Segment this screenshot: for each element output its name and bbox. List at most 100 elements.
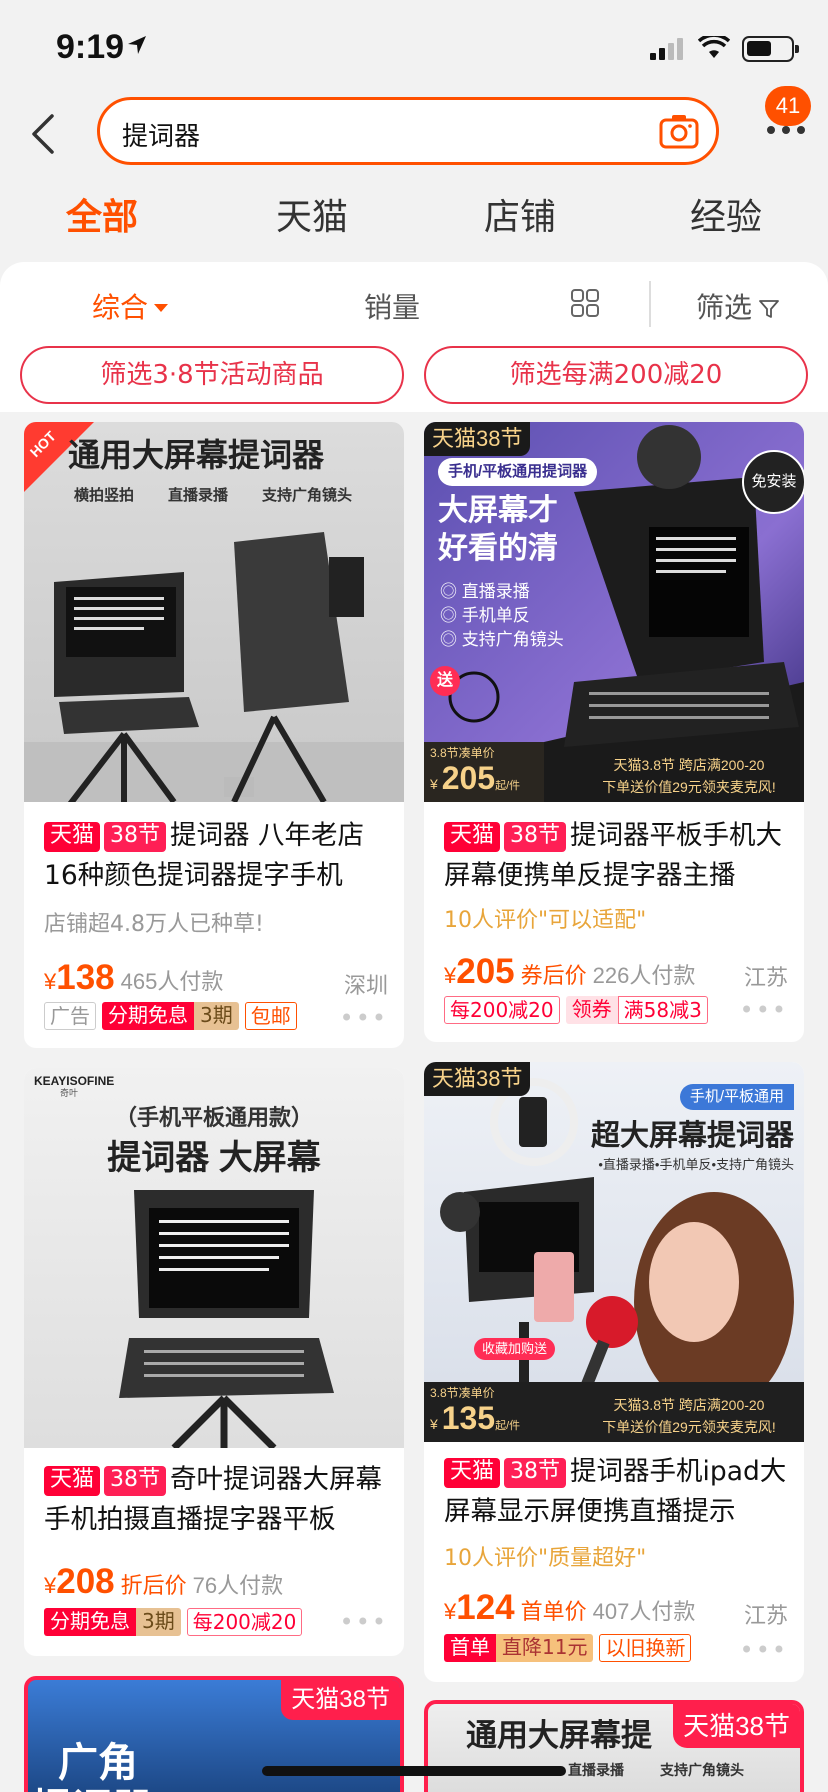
tab-shops[interactable]: 店铺 xyxy=(484,188,556,240)
tmall-tag: 天猫 xyxy=(444,822,501,852)
price-drop-value: 直降11元 xyxy=(496,1634,594,1662)
filter-button[interactable]: 筛选 xyxy=(696,286,780,326)
coupon-badge: 领券 满58减3 xyxy=(565,996,708,1024)
chip-200-off-20[interactable]: 筛选每满200减20 xyxy=(424,346,808,404)
tmall-38-brand: 天猫38节 xyxy=(281,1680,400,1720)
status-bar: 9:19 xyxy=(0,0,828,96)
caret-down-icon xyxy=(154,304,169,312)
card-more-icon[interactable]: ••• xyxy=(340,1004,388,1032)
tab-experience[interactable]: 经验 xyxy=(690,188,762,240)
price-row: ¥208 折后价 76人付款 xyxy=(44,1562,283,1602)
more-dots-icon[interactable] xyxy=(766,124,806,136)
image-features: •直播录播•手机单反•支持广角镜头 xyxy=(598,1157,794,1172)
installment-label: 分期免息 xyxy=(102,1002,194,1030)
image-headline: 通用大屏幕提词器 xyxy=(68,437,325,473)
discount-badge: 每200减20 xyxy=(444,996,560,1024)
free-install-badge: 免安装 xyxy=(742,450,804,514)
image-headline: 大屏幕才好看的清 xyxy=(438,494,558,565)
grid-view-icon[interactable] xyxy=(570,288,600,318)
unit-price-suffix: 起/件 xyxy=(495,1420,521,1432)
product-image[interactable]: KEAYISOFINE 奇叶 （手机平板通用款） 提词器 大屏幕 xyxy=(24,1068,404,1448)
battery-icon xyxy=(742,36,799,62)
product-title[interactable]: 天猫 38节 奇叶提词器大屏幕手机拍摄直播提字器平板 xyxy=(44,1460,390,1540)
review-snippet: 10人评价"可以适配" xyxy=(444,908,647,933)
image-feature: ◎ 支持广角镜头 xyxy=(440,630,564,649)
promo-line: 下单送价值29元领夹麦克风! xyxy=(602,1419,776,1435)
card-more-icon[interactable]: ••• xyxy=(740,1636,788,1664)
shop-location: 江苏 xyxy=(743,1604,788,1629)
sort-composite[interactable]: 综合 xyxy=(92,286,170,326)
back-arrow-icon[interactable] xyxy=(28,112,58,156)
image-feature: 横拍竖拍 xyxy=(74,487,135,504)
product-title[interactable]: 天猫 38节 提词器手机ipad大屏幕显示屏便携直播提示 xyxy=(444,1452,790,1532)
search-bar[interactable]: 提词器 xyxy=(97,97,719,165)
installment-badge: 分期免息 3期 xyxy=(102,1002,239,1030)
unit-price-label: 3.8节凑单价 xyxy=(430,746,495,760)
home-indicator[interactable] xyxy=(262,1766,566,1776)
sold-count: 465人付款 xyxy=(120,969,224,994)
first-order-label: 首单 xyxy=(444,1634,496,1662)
unit-price-value: 135 xyxy=(441,1400,496,1436)
gift-badge: 收藏加购送 xyxy=(474,1338,556,1360)
tmall-38-brand: 天猫38节 xyxy=(424,422,531,456)
image-pill: 手机/平板通用 xyxy=(679,1084,794,1110)
tmall-tag: 天猫 xyxy=(44,1466,101,1496)
tmall-tag: 天猫 xyxy=(444,1458,501,1488)
price-row: ¥124 首单价 407人付款 xyxy=(444,1588,695,1628)
product-card[interactable]: HOT 通用大屏幕提词器 横拍竖拍 直播录播 支持广角镜头 天猫 38节 提词器 八… xyxy=(24,422,404,1048)
product-card[interactable]: KEAYISOFINE 奇叶 （手机平板通用款） 提词器 大屏幕 天猫 38节 奇叶… xyxy=(24,1068,404,1656)
unit-price-label: 3.8节凑单价 xyxy=(430,1386,495,1400)
badge-row: 分期免息 3期 每200减20 xyxy=(44,1608,303,1636)
tab-tmall[interactable]: 天猫 xyxy=(276,188,348,240)
filter-funnel-icon xyxy=(759,300,779,318)
unit-price-value: 205 xyxy=(441,760,496,796)
image-feature: ◎ 手机单反 xyxy=(440,606,530,625)
sort-divider xyxy=(649,281,651,327)
currency-symbol: ¥ xyxy=(44,1573,57,1598)
product-title[interactable]: 天猫 38节 提词器 八年老店 16种颜色提词器提字手机 xyxy=(44,816,390,896)
price-row: ¥138 465人付款 xyxy=(44,958,223,998)
product-card[interactable]: 通用大屏幕提 天猫38节 直播录播 支持广角镜头 xyxy=(424,1700,804,1792)
tmall-38-brand: 天猫38节 xyxy=(424,1062,531,1096)
installment-term: 3期 xyxy=(194,1002,239,1030)
cellular-signal-icon xyxy=(650,38,683,60)
chip-38-event[interactable]: 筛选3·8节活动商品 xyxy=(20,346,404,404)
sort-composite-label: 综合 xyxy=(92,291,149,324)
currency-symbol: ¥ xyxy=(444,963,457,988)
product-title[interactable]: 天猫 38节 提词器平板手机大屏幕便携单反提字器主播 xyxy=(444,816,790,896)
trade-in-badge: 以旧换新 xyxy=(599,1634,692,1662)
sold-count: 226人付款 xyxy=(592,963,696,988)
shop-location: 深圳 xyxy=(343,974,388,999)
message-count-badge: 41 xyxy=(765,86,811,126)
promo-text: 天猫3.8节 跨店满200-20 下单送价值29元领夹麦克风! xyxy=(574,1394,804,1438)
product-image[interactable]: 天猫38节 手机/平板通用 超大屏幕提词器 •直播录播•手机单反•支持广角镜头 … xyxy=(424,1062,804,1442)
first-order-badge: 首单 直降11元 xyxy=(444,1634,594,1662)
currency-symbol: ¥ xyxy=(44,969,57,994)
installment-term: 3期 xyxy=(136,1608,181,1636)
product-card[interactable]: 天猫38节 手机/平板通用 超大屏幕提词器 •直播录播•手机单反•支持广角镜头 … xyxy=(424,1062,804,1682)
image-headline: 提词器 大屏幕 xyxy=(107,1139,321,1177)
product-image[interactable]: 天猫38节 手机/平板通用提词器 免安装 大屏幕才好看的清 ◎ 直播录播 ◎ 手… xyxy=(424,422,804,802)
price-value: 205 xyxy=(456,952,515,991)
discount-badge: 每200减20 xyxy=(186,1608,303,1636)
unit-price-suffix: 起/件 xyxy=(495,780,521,792)
currency-symbol: ¥ xyxy=(444,1599,457,1624)
card-more-icon[interactable]: ••• xyxy=(340,1608,388,1636)
tab-all[interactable]: 全部 xyxy=(66,188,138,240)
image-feature-text: 直播录播 xyxy=(461,582,530,601)
image-feature: ◎ 直播录播 xyxy=(440,582,530,601)
product-card[interactable]: 天猫38节 手机/平板通用提词器 免安装 大屏幕才好看的清 ◎ 直播录播 ◎ 手… xyxy=(424,422,804,1042)
badge-row: 广告 分期免息 3期 包邮 xyxy=(44,1002,297,1030)
image-feature: 直播录播 xyxy=(568,1762,624,1778)
sold-count: 407人付款 xyxy=(592,1599,696,1624)
festival-tag: 38节 xyxy=(104,1466,167,1496)
product-image[interactable]: HOT 通用大屏幕提词器 横拍竖拍 直播录播 支持广角镜头 xyxy=(24,422,404,802)
camera-icon[interactable] xyxy=(658,111,700,151)
search-query[interactable]: 提词器 xyxy=(122,116,200,153)
image-headline: 提词器 xyxy=(32,1776,152,1792)
unit-price: ¥ 205起/件 xyxy=(430,760,521,796)
image-feature: 直播录播 xyxy=(168,487,229,504)
image-subheading: （手机平板通用款） xyxy=(114,1105,313,1130)
card-more-icon[interactable]: ••• xyxy=(740,996,788,1024)
sort-sales[interactable]: 销量 xyxy=(364,286,420,326)
